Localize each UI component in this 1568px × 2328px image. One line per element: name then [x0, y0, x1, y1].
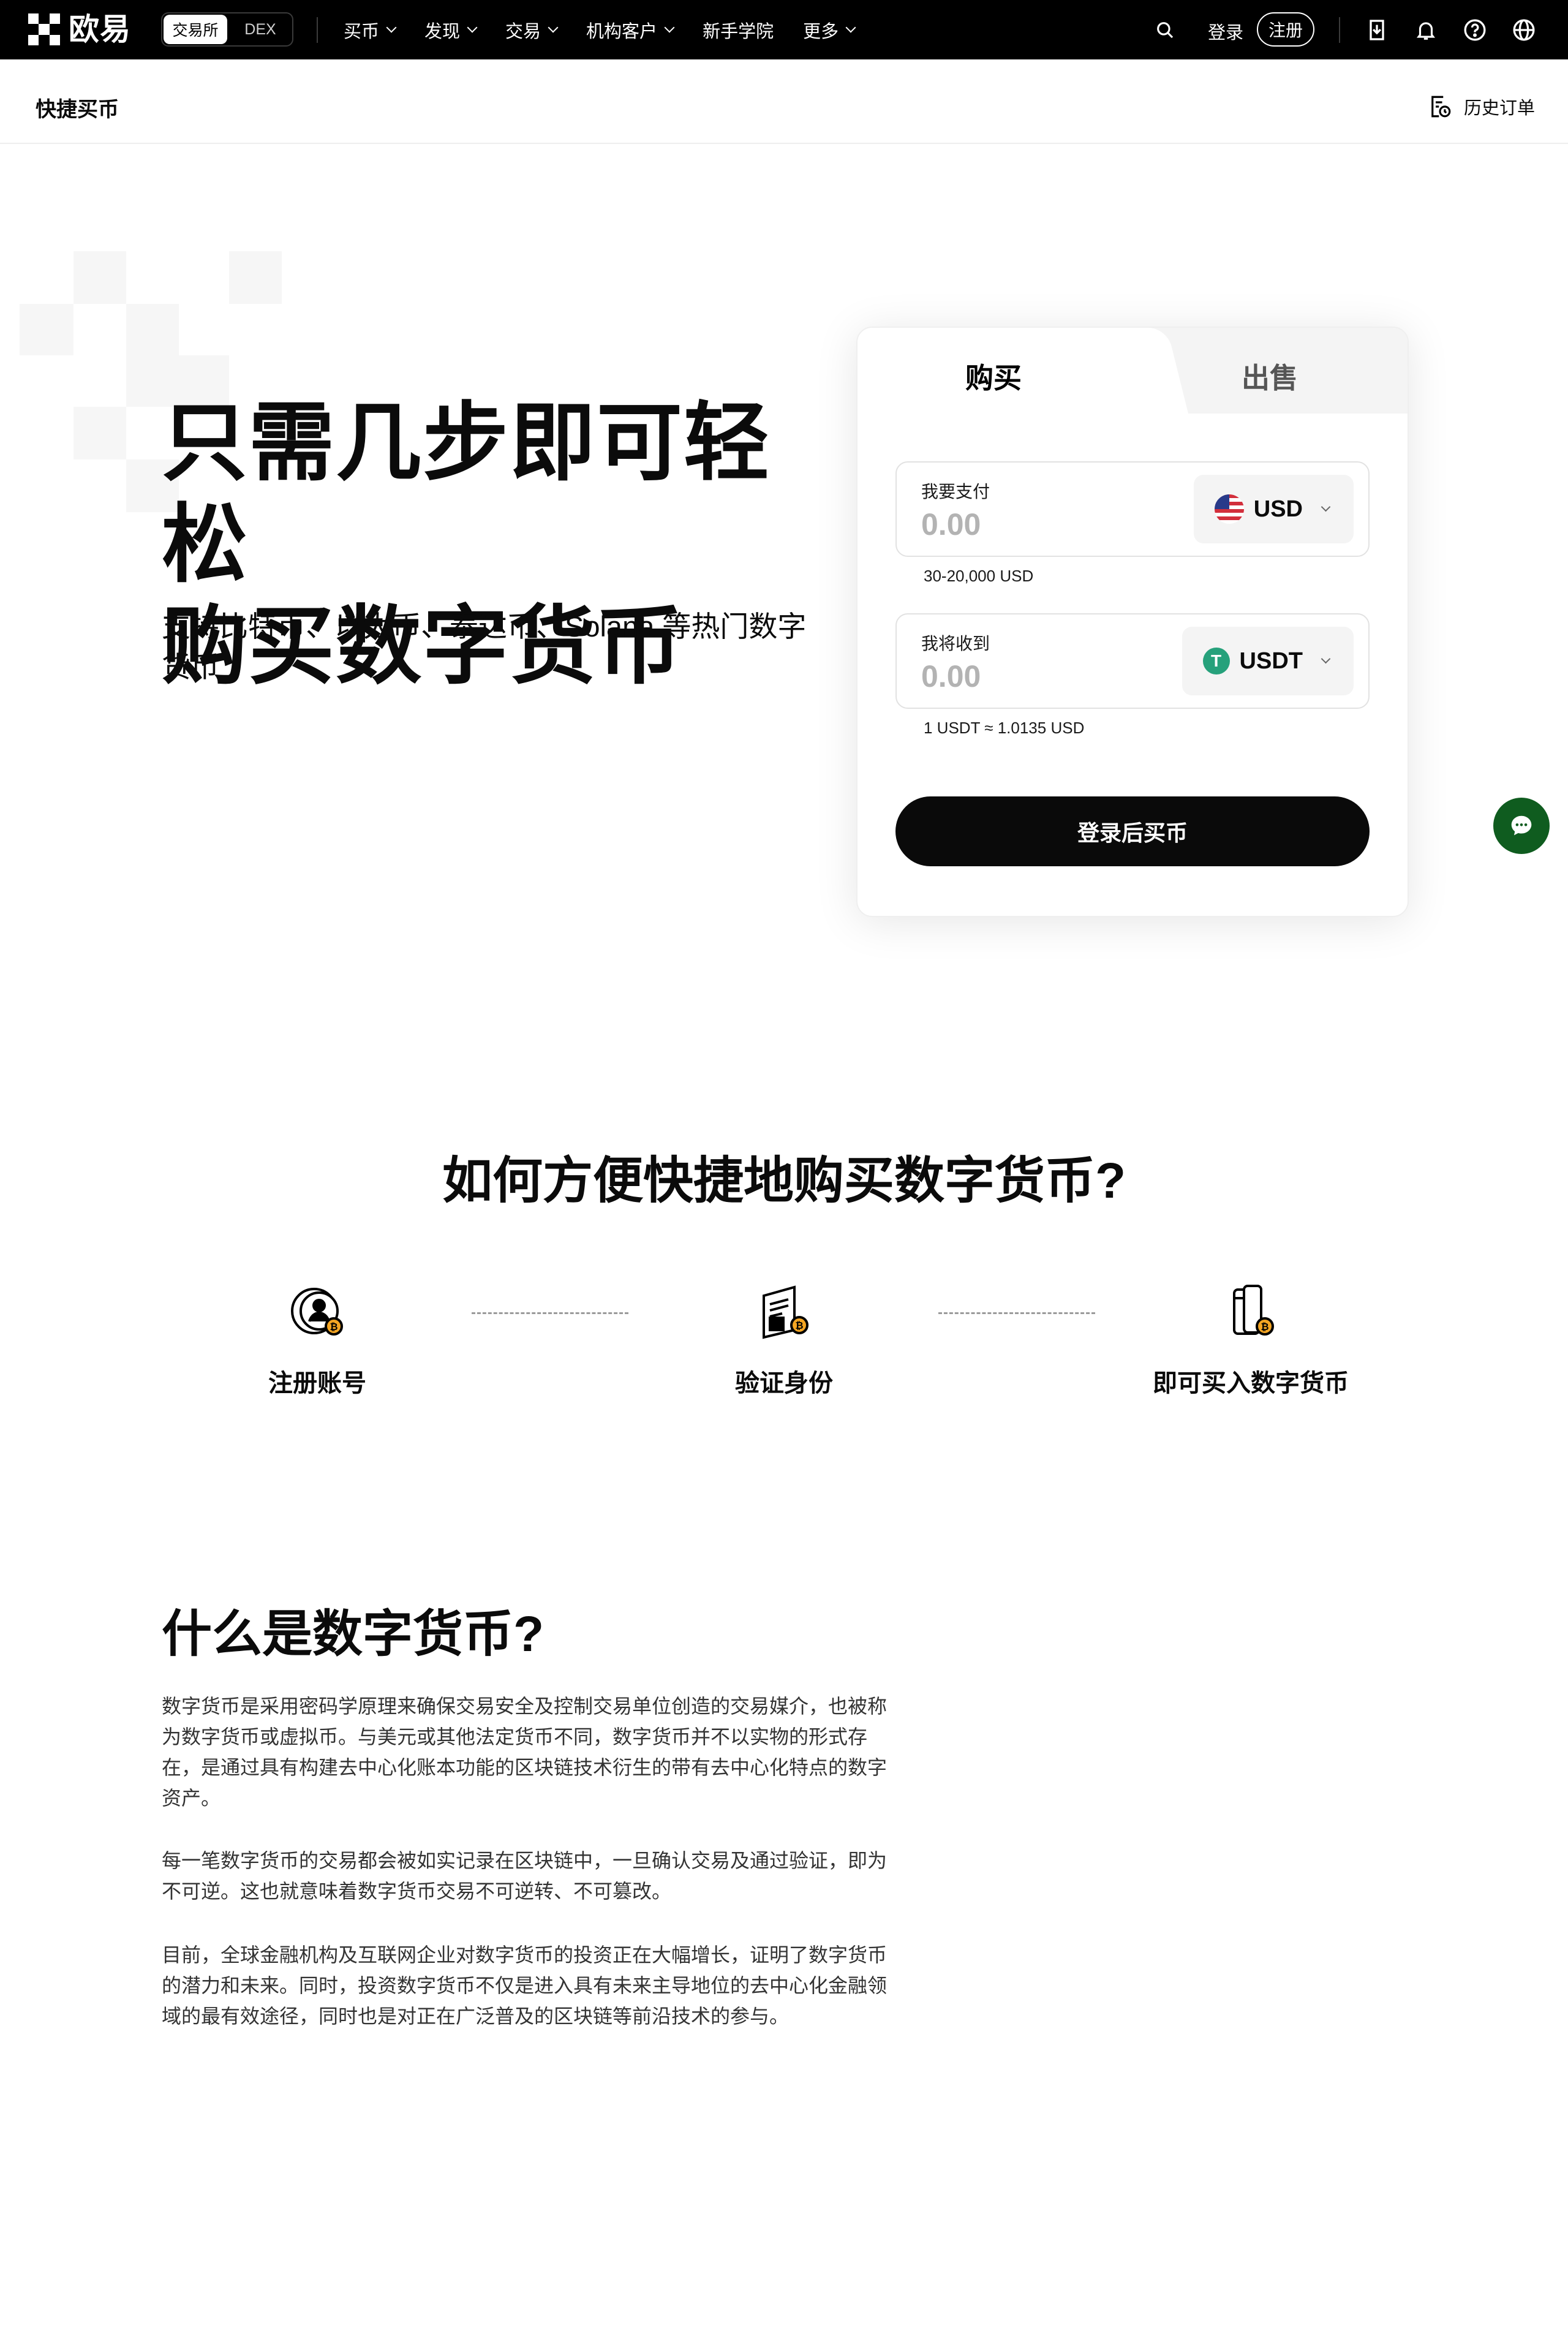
pay-label: 我要支付	[921, 482, 990, 501]
quick-buy-card: 购买 出售 我要支付 0.00 USD 30-20,000 USD 我将收到 0…	[856, 327, 1409, 917]
chevron-down-icon	[1321, 654, 1331, 663]
what-is-paragraph: 每一笔数字货币的交易都会被如实记录在区块链中，一旦确认交易及通过验证，即为不可逆…	[162, 1850, 888, 1902]
receive-amount-input[interactable]: 0.00	[921, 659, 981, 694]
top-nav: 欧易 交易所 DEX 买币 发现 交易 机构客户 新手学院 更多 登录 注册	[0, 0, 1568, 59]
tether-icon: T	[1202, 648, 1230, 675]
step-connector	[938, 1312, 1095, 1314]
exchange-dex-switch: 交易所 DEX	[161, 12, 293, 47]
chevron-down-icon	[664, 22, 675, 32]
step-label: 即可买入数字货币	[1153, 1370, 1349, 1397]
main-menu: 买币 发现 交易 机构客户 新手学院 更多	[344, 0, 884, 59]
download-icon[interactable]	[1363, 17, 1390, 43]
us-flag-icon	[1214, 494, 1244, 524]
receive-label: 我将收到	[921, 634, 990, 653]
svg-text:₿: ₿	[330, 1321, 337, 1332]
svg-text:₿: ₿	[1261, 1321, 1268, 1332]
menu-label: 发现	[424, 21, 461, 42]
receive-amount-field[interactable]: 我将收到 0.00 T USDT	[895, 613, 1370, 709]
hero-subtitle: 支持比特币、以太币、泰达币、Solana 等热门数字货币	[162, 610, 807, 683]
pay-currency-code: USD	[1253, 496, 1303, 522]
menu-trade[interactable]: 交易	[505, 17, 559, 43]
decor-square	[229, 251, 282, 304]
chevron-down-icon	[548, 22, 559, 32]
menu-institutional[interactable]: 机构客户	[586, 17, 675, 43]
chevron-down-icon	[1321, 502, 1331, 512]
what-is-paragraph: 数字货币是采用密码学原理来确保交易安全及控制交易单位创造的交易媒介，也被称为数字…	[162, 1695, 888, 1809]
pay-amount-input[interactable]: 0.00	[921, 507, 981, 542]
step-label: 注册账号	[268, 1370, 366, 1397]
exchange-rate-hint: 1 USDT ≈ 1.0135 USD	[924, 719, 1085, 737]
order-history-icon	[1431, 96, 1451, 118]
menu-academy[interactable]: 新手学院	[703, 17, 774, 43]
step-register: ₿ 注册账号	[164, 1277, 470, 1399]
segment-dex[interactable]: DEX	[228, 13, 292, 45]
step-verify: ₿ 验证身份	[631, 1277, 937, 1399]
step-label: 验证身份	[735, 1370, 833, 1397]
nav-divider	[1339, 17, 1340, 43]
menu-more[interactable]: 更多	[803, 17, 856, 43]
menu-discover[interactable]: 发现	[424, 17, 478, 43]
what-is-title: 什么是数字货币?	[162, 1606, 545, 1662]
page-title: 快捷买币	[36, 98, 119, 121]
chat-bubble-icon	[1511, 815, 1532, 836]
bell-icon[interactable]	[1412, 17, 1439, 43]
menu-label: 买币	[344, 21, 380, 42]
step-connector	[472, 1312, 628, 1314]
receive-currency-select[interactable]: T USDT	[1182, 627, 1354, 695]
hero-title-line: 只需几步即可轻松	[162, 395, 771, 592]
decor-square	[20, 304, 74, 355]
brand-logo[interactable]: 欧易	[28, 13, 131, 45]
menu-label: 更多	[803, 21, 839, 42]
menu-label: 交易	[505, 21, 541, 42]
decor-square	[74, 407, 126, 459]
chevron-down-icon	[845, 22, 856, 32]
history-orders-link[interactable]: 历史订单	[1427, 94, 1535, 119]
buy-sell-tabs: 购买 出售	[858, 328, 1408, 414]
chat-support-button[interactable]	[1493, 798, 1550, 854]
register-button[interactable]: 注册	[1257, 12, 1314, 47]
svg-text:₿: ₿	[795, 1320, 803, 1331]
chevron-down-icon	[386, 22, 397, 32]
menu-buy-crypto[interactable]: 买币	[344, 17, 397, 43]
history-label: 历史订单	[1464, 99, 1536, 118]
logo-mark-icon	[28, 13, 60, 45]
pay-currency-select[interactable]: USD	[1193, 475, 1354, 543]
segment-exchange[interactable]: 交易所	[164, 15, 227, 44]
menu-label: 新手学院	[703, 21, 774, 42]
what-is-paragraph: 目前，全球金融机构及互联网企业对数字货币的投资正在大幅增长，证明了数字货币的潜力…	[162, 1944, 888, 2027]
sub-header: 快捷买币 历史订单	[0, 59, 1568, 144]
globe-icon[interactable]	[1510, 17, 1537, 43]
nav-divider	[317, 17, 318, 43]
decor-square	[126, 304, 179, 355]
pay-limit-hint: 30-20,000 USD	[924, 567, 1034, 585]
login-to-buy-button[interactable]: 登录后买币	[895, 796, 1370, 866]
wallet-buy-icon: ₿	[1217, 1277, 1284, 1345]
chevron-down-icon	[467, 22, 478, 32]
search-icon[interactable]	[1152, 17, 1178, 43]
verify-identity-icon: ₿	[750, 1277, 818, 1345]
step-buy: ₿ 即可买入数字货币	[1098, 1277, 1404, 1399]
menu-label: 机构客户	[586, 21, 658, 42]
help-icon[interactable]	[1461, 17, 1488, 43]
tab-buy[interactable]: 购买	[965, 356, 1022, 396]
tab-sell[interactable]: 出售	[1242, 356, 1298, 396]
pay-amount-field[interactable]: 我要支付 0.00 USD	[895, 461, 1370, 557]
brand-name: 欧易	[69, 12, 131, 47]
receive-currency-code: USDT	[1239, 648, 1303, 674]
how-to-buy-title: 如何方便快捷地购买数字货币?	[442, 1153, 1126, 1209]
decor-square	[74, 251, 126, 304]
login-link[interactable]: 登录	[1208, 18, 1243, 44]
register-account-icon: ₿	[284, 1277, 351, 1345]
